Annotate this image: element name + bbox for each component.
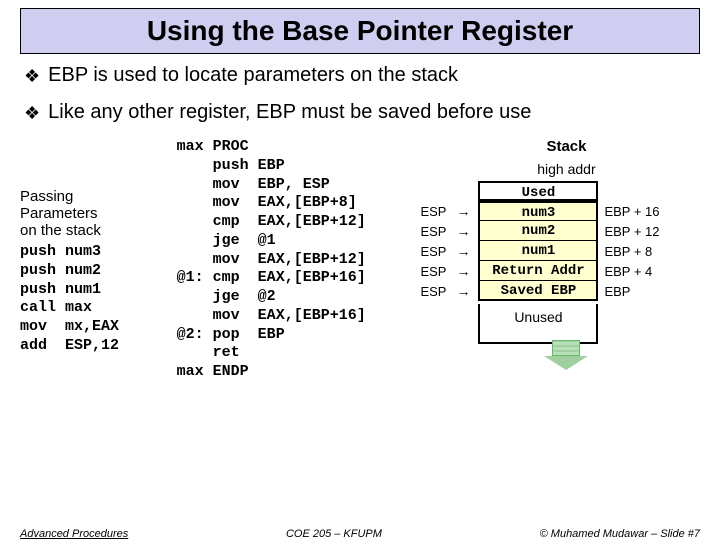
stack-row: ESP → num3 EBP + 16 bbox=[416, 201, 700, 221]
footer-right: © Muhamed Mudawar – Slide #7 bbox=[540, 528, 700, 540]
procedure-code: max PROC push EBP mov EBP, ESP mov EAX,[… bbox=[177, 138, 407, 382]
stack-offset: EBP + 8 bbox=[598, 244, 652, 259]
high-addr-label: high addr bbox=[506, 161, 626, 177]
stack-row: ESP → num2 EBP + 12 bbox=[416, 221, 700, 241]
stack-cell: Return Addr bbox=[478, 261, 598, 281]
stack-cell-unused: Unused bbox=[478, 304, 598, 344]
caller-desc: Passing Parameters on the stack bbox=[20, 188, 167, 239]
stack-cell: num2 bbox=[478, 221, 598, 241]
esp-pointer: ESP bbox=[416, 224, 448, 239]
desc-line: on the stack bbox=[20, 222, 167, 239]
footer-left: Advanced Procedures bbox=[20, 528, 128, 540]
slide-footer: Advanced Procedures COE 205 – KFUPM © Mu… bbox=[0, 528, 720, 540]
esp-pointer: ESP bbox=[416, 204, 448, 219]
desc-line: Passing bbox=[20, 188, 167, 205]
arrow-icon: → bbox=[448, 203, 478, 219]
down-arrow-icon bbox=[544, 340, 588, 370]
desc-line: Parameters bbox=[20, 205, 167, 222]
slide-title: Using the Base Pointer Register bbox=[20, 8, 700, 54]
stack-offset: EBP + 16 bbox=[598, 204, 659, 219]
caller-code: push num3 push num2 push num1 call max m… bbox=[20, 243, 167, 356]
stack-cell: num3 bbox=[478, 201, 598, 221]
stack-cell-used: Used bbox=[478, 181, 598, 201]
stack-cell: num1 bbox=[478, 241, 598, 261]
stack-row: ESP → Return Addr EBP + 4 bbox=[416, 261, 700, 281]
diamond-icon: ❖ bbox=[24, 66, 40, 87]
stack-heading: Stack bbox=[506, 138, 626, 155]
stack-row: ESP → num1 EBP + 8 bbox=[416, 241, 700, 261]
arrow-icon: → bbox=[448, 243, 478, 259]
unused-label: Unused bbox=[480, 308, 596, 326]
stack-cell: Saved EBP bbox=[478, 281, 598, 301]
stack-row: ESP → Saved EBP EBP bbox=[416, 281, 700, 301]
bullet-text: Like any other register, EBP must be sav… bbox=[48, 101, 531, 124]
stack-row: Used bbox=[416, 181, 700, 201]
main-content: Passing Parameters on the stack push num… bbox=[0, 138, 720, 382]
arrow-icon: → bbox=[448, 263, 478, 279]
stack-offset: EBP + 12 bbox=[598, 224, 659, 239]
stack-offset: EBP bbox=[598, 284, 630, 299]
bullet-item: ❖ Like any other register, EBP must be s… bbox=[24, 101, 696, 124]
arrow-icon: → bbox=[448, 223, 478, 239]
bullet-list: ❖ EBP is used to locate parameters on th… bbox=[24, 64, 696, 124]
diamond-icon: ❖ bbox=[24, 103, 40, 124]
footer-center: COE 205 – KFUPM bbox=[286, 528, 382, 540]
arrow-icon: → bbox=[448, 283, 478, 299]
bullet-text: EBP is used to locate parameters on the … bbox=[48, 64, 458, 87]
stack-diagram: Stack high addr Used ESP → num3 EBP + 16… bbox=[416, 138, 700, 347]
bullet-item: ❖ EBP is used to locate parameters on th… bbox=[24, 64, 696, 87]
caller-side: Passing Parameters on the stack push num… bbox=[20, 138, 167, 356]
stack-offset: EBP + 4 bbox=[598, 264, 652, 279]
esp-pointer: ESP bbox=[416, 264, 448, 279]
esp-pointer: ESP bbox=[416, 244, 448, 259]
esp-pointer: ESP bbox=[416, 284, 448, 299]
